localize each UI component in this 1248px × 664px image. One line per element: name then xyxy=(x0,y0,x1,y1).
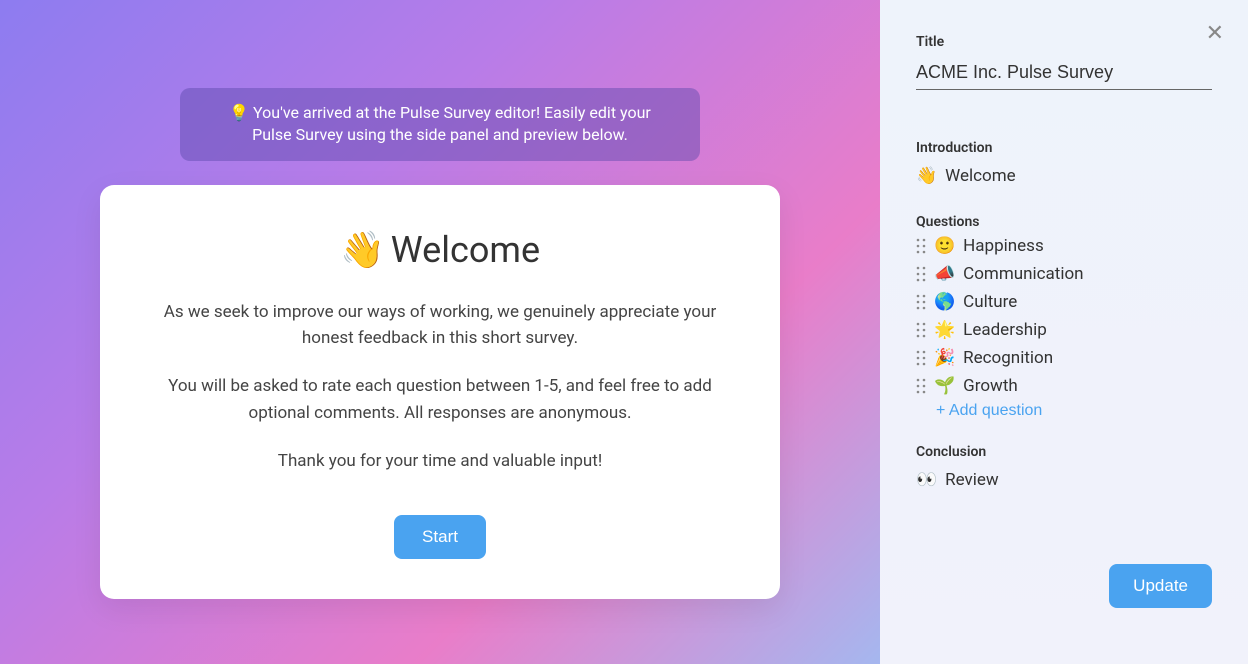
question-item-label: Recognition xyxy=(963,348,1053,368)
preview-area: 💡 You've arrived at the Pulse Survey edi… xyxy=(0,0,880,664)
question-item[interactable]: 🌱 Growth xyxy=(916,376,1212,396)
question-emoji-icon: 🎉 xyxy=(934,348,955,368)
question-item[interactable]: 🌟 Leadership xyxy=(916,320,1212,340)
welcome-heading: 👋 Welcome xyxy=(148,229,732,271)
introduction-item-label: Welcome xyxy=(945,166,1016,186)
question-item[interactable]: 🌎 Culture xyxy=(916,292,1212,312)
question-item-label: Culture xyxy=(963,292,1017,312)
introduction-label: Introduction xyxy=(916,140,1212,156)
question-emoji-icon: 🌱 xyxy=(934,376,955,396)
eyes-icon: 👀 xyxy=(916,470,937,490)
welcome-body: As we seek to improve our ways of workin… xyxy=(148,299,732,475)
conclusion-section: Conclusion 👀 Review xyxy=(916,444,1212,494)
introduction-item[interactable]: 👋 Welcome xyxy=(916,162,1212,190)
drag-handle-icon[interactable] xyxy=(916,350,926,366)
banner-text: You've arrived at the Pulse Survey edito… xyxy=(252,103,651,144)
question-item[interactable]: 🎉 Recognition xyxy=(916,348,1212,368)
close-button[interactable]: ✕ xyxy=(1206,20,1224,46)
welcome-para-3: Thank you for your time and valuable inp… xyxy=(148,448,732,474)
wave-icon: 👋 xyxy=(340,229,385,271)
question-emoji-icon: 🙂 xyxy=(934,236,955,256)
title-section: Title xyxy=(916,34,1212,116)
question-item-label: Growth xyxy=(963,376,1018,396)
questions-section: Questions 🙂 Happiness 📣 Communication 🌎 Cultu… xyxy=(916,214,1212,420)
wave-icon: 👋 xyxy=(916,166,937,186)
conclusion-label: Conclusion xyxy=(916,444,1212,460)
question-emoji-icon: 🌟 xyxy=(934,320,955,340)
add-question-button[interactable]: + Add question xyxy=(936,402,1042,420)
start-button[interactable]: Start xyxy=(394,515,486,559)
drag-handle-icon[interactable] xyxy=(916,322,926,338)
drag-handle-icon[interactable] xyxy=(916,378,926,394)
introduction-section: Introduction 👋 Welcome xyxy=(916,140,1212,190)
drag-handle-icon[interactable] xyxy=(916,294,926,310)
question-item[interactable]: 🙂 Happiness xyxy=(916,236,1212,256)
question-list: 🙂 Happiness 📣 Communication 🌎 Culture 🌟 Leaders… xyxy=(916,236,1212,396)
conclusion-item-label: Review xyxy=(945,470,999,490)
conclusion-item[interactable]: 👀 Review xyxy=(916,466,1212,494)
questions-label: Questions xyxy=(916,214,1212,230)
title-label: Title xyxy=(916,34,1212,50)
question-item-label: Happiness xyxy=(963,236,1044,256)
welcome-para-2: You will be asked to rate each question … xyxy=(148,373,732,426)
drag-handle-icon[interactable] xyxy=(916,266,926,282)
app-shell: 💡 You've arrived at the Pulse Survey edi… xyxy=(0,0,1248,664)
update-button[interactable]: Update xyxy=(1109,564,1212,608)
info-banner: 💡 You've arrived at the Pulse Survey edi… xyxy=(180,88,700,161)
survey-preview-card: 👋 Welcome As we seek to improve our ways… xyxy=(100,185,780,599)
welcome-para-1: As we seek to improve our ways of workin… xyxy=(148,299,732,352)
title-input[interactable] xyxy=(916,56,1212,90)
question-item-label: Communication xyxy=(963,264,1083,284)
question-emoji-icon: 🌎 xyxy=(934,292,955,312)
drag-handle-icon[interactable] xyxy=(916,238,926,254)
welcome-heading-text: Welcome xyxy=(391,229,540,271)
sidebar-panel: ✕ Title Introduction 👋 Welcome Questions… xyxy=(880,0,1248,664)
question-item[interactable]: 📣 Communication xyxy=(916,264,1212,284)
question-item-label: Leadership xyxy=(963,320,1047,340)
close-icon: ✕ xyxy=(1206,20,1224,45)
question-emoji-icon: 📣 xyxy=(934,264,955,284)
lightbulb-icon: 💡 xyxy=(229,103,249,122)
